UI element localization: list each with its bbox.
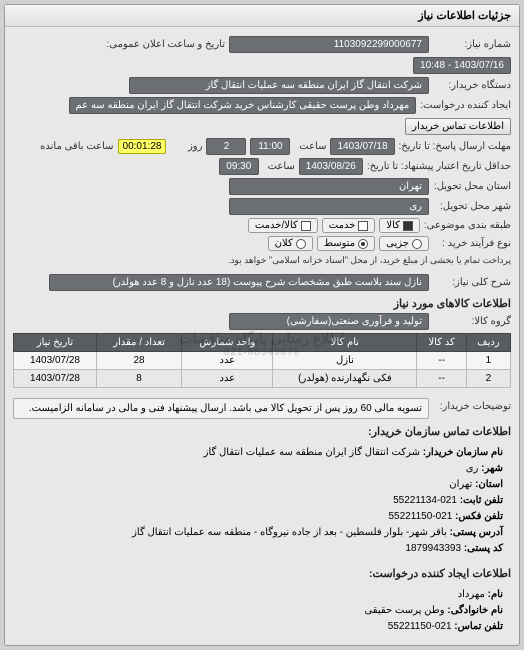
remain-label: ساعت باقی مانده (40, 141, 113, 152)
check-icon (301, 221, 311, 231)
shahr-label: شهر محل تحویل: (433, 201, 511, 212)
budget-opt-2[interactable]: خدمت (322, 218, 376, 233)
remaining-time: 00:01:28 (118, 139, 167, 154)
ostan-value: تهران (229, 178, 429, 195)
check-icon (358, 221, 368, 231)
table-header: ردیف (466, 334, 510, 352)
desc-value: نازل سند بلاست طبق مشخصات شرح پیوست (18 … (49, 274, 429, 291)
group-label: گروه کالا: (433, 316, 511, 327)
desc-label: شرح کلی نیاز: (433, 277, 511, 288)
contact2-block: نام: مهرداد نام خانوادگی: وطن پرست حقیقی… (13, 583, 511, 639)
table-header: واحد شمارش (182, 334, 273, 352)
etebar-date: 1403/08/26 (299, 158, 363, 175)
contact2-title: اطلاعات ایجاد کننده درخواست: (13, 567, 511, 580)
group-value: تولید و فرآوری صنعتی(سفارشی) (229, 313, 429, 330)
budget-opt-1[interactable]: کالا (379, 218, 420, 233)
contact1-block: نام سازمان خریدار: شرکت انتقال گاز ایران… (13, 441, 511, 561)
datetime-value: 1403/07/16 - 10:48 (413, 57, 511, 74)
days-label: روز (170, 141, 202, 152)
ostan-label: استان محل تحویل: (433, 181, 511, 192)
days-value: 2 (206, 138, 246, 155)
datetime-label: تاریخ و ساعت اعلان عمومی: (105, 39, 225, 50)
buyer-note-label: توضیحات خریدار: (433, 401, 511, 412)
table-row: 2--فکی نگهدارنده (هولدر)عدد81403/07/28 (14, 370, 511, 388)
type-opt-2[interactable]: متوسط (317, 236, 375, 251)
budget-label: طبقه بندی موضوعی: (424, 220, 511, 231)
contact1-title: اطلاعات تماس سازمان خریدار: (13, 425, 511, 438)
shomare-value: 1103092299000677 (229, 36, 429, 53)
type-opt-1[interactable]: جزیی (379, 236, 429, 251)
table-row: 1--نازلعدد281403/07/28 (14, 352, 511, 370)
buyer-note-text: تسویه مالی 60 روز پس از تحویل کالا می با… (13, 398, 429, 419)
type-note: پرداخت تمام یا بخشی از مبلغ خرید، از محل… (228, 255, 511, 266)
saat-label-2: ساعت (263, 161, 295, 172)
deadline-label: مهلت ارسال پاسخ: تا تاریخ: (399, 141, 511, 152)
goods-title: اطلاعات کالاهای مورد نیاز (13, 297, 511, 310)
radio-icon (296, 239, 306, 249)
etebar-label: حداقل تاریخ اعتبار پیشنهاد: تا تاریخ: (367, 161, 511, 172)
creator-label: ایجاد کننده درخواست: (420, 100, 511, 111)
goods-table: ردیفکد کالانام کالاواحد شمارشتعداد / مقد… (13, 333, 511, 388)
panel-title: جزئیات اطلاعات نیاز (5, 5, 519, 27)
buyer-label: دستگاه خریدار: (433, 80, 511, 91)
table-header: تاریخ نیاز (14, 334, 97, 352)
table-header: نام کالا (273, 334, 417, 352)
check-icon (403, 221, 413, 231)
creator-value: مهرداد وطن پرست حقیقی کارشناس خرید شرکت … (69, 97, 417, 114)
budget-opt-3[interactable]: کالا/خدمت (248, 218, 318, 233)
radio-icon (412, 239, 422, 249)
deadline-date: 1403/07/18 (330, 138, 394, 155)
etebar-time: 09:30 (219, 158, 259, 175)
saat-label-1: ساعت (294, 141, 326, 152)
table-header: تعداد / مقدار (96, 334, 181, 352)
deadline-time: 11:00 (250, 138, 290, 155)
table-header: کد کالا (417, 334, 467, 352)
shomare-label: شماره نیاز: (433, 39, 511, 50)
radio-icon (358, 239, 368, 249)
contact-buyer-button[interactable]: اطلاعات تماس خریدار (405, 118, 511, 135)
type-opt-3[interactable]: کلان (268, 236, 313, 251)
shahr-value: ری (229, 198, 429, 215)
type-label: نوع فرآیند خرید : (433, 238, 511, 249)
buyer-value: شرکت انتقال گاز ایران منطقه سه عملیات ان… (129, 77, 429, 94)
